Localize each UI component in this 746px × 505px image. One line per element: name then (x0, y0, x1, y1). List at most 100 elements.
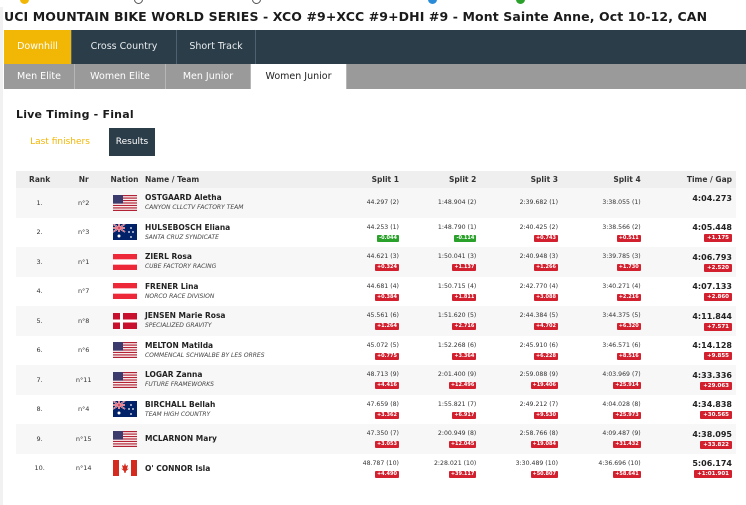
split-time: 4:36.696 (10) (598, 459, 641, 467)
time-gap-cell: 4:38.095 +33.822 (646, 424, 736, 454)
split-cell: 44.681 (4) +0.384 (303, 276, 405, 306)
bib-number: n°4 (63, 394, 105, 424)
split-time: 1:55.821 (7) (437, 400, 477, 408)
globe-icon (134, 0, 143, 4)
discipline-tabs: Downhill Cross Country Short Track (4, 30, 746, 64)
gap-badge: +30.565 (700, 411, 732, 420)
split-cell: 2:00.949 (8) +12.045 (404, 424, 483, 454)
tab-men-junior[interactable]: Men Junior (166, 64, 251, 89)
split-gap-badge: +1.264 (374, 323, 399, 331)
last-finishers-tab[interactable]: Last finishers (16, 128, 104, 156)
rank-cell: 7. (16, 365, 64, 395)
globe-icon (252, 0, 261, 4)
split-cell: 2:40.425 (2) +0.743 (482, 217, 564, 247)
gap-badge: +2.520 (703, 263, 732, 272)
split-time: 4:09.487 (9) (602, 430, 641, 438)
split-time: 2:01.400 (9) (437, 371, 477, 379)
split-gap-badge: +25.914 (613, 382, 641, 390)
split-gap-badge: +39.117 (448, 470, 477, 478)
table-row: 9. n°15 MCLARNON Mary 47.350 (7) +3.053 2:00.… (16, 424, 736, 454)
rank-cell: 3. (16, 247, 64, 277)
split-time: 2:40.948 (3) (519, 253, 558, 261)
tab-women-elite[interactable]: Women Elite (75, 64, 166, 89)
split-gap-badge: +31.432 (613, 441, 641, 449)
split-cell: 3:39.785 (3) +1.730 (563, 247, 647, 277)
tab-short-track[interactable]: Short Track (177, 30, 256, 64)
tab-downhill[interactable]: Downhill (4, 30, 72, 64)
live-timing-title: Live Timing - Final (16, 108, 134, 121)
split-time: 1:52.268 (6) (437, 341, 477, 349)
split-gap-badge: +4.416 (374, 382, 399, 390)
split-time: 1:50.041 (3) (437, 253, 477, 261)
final-time: 4:34.838 (692, 400, 732, 410)
split-gap-badge: +4.490 (374, 470, 399, 478)
split-cell: 48.787 (10) +4.490 (303, 453, 405, 483)
split-time: 2:28.021 (10) (433, 459, 477, 467)
nation-cell (104, 335, 145, 365)
split-time: 44.681 (4) (366, 282, 399, 290)
split-time: 3:44.375 (5) (602, 312, 641, 320)
time-gap-cell: 4:06.793 +2.520 (646, 247, 736, 277)
page-title: UCI MOUNTAIN BIKE WORLD SERIES - XCO #9+… (4, 9, 708, 24)
team-name: SANTA CRUZ SYNDICATE (144, 233, 219, 241)
split-time: 2:00.949 (8) (437, 430, 477, 438)
gap-badge: +7.571 (703, 322, 732, 331)
name-team-cell: HULSEBOSCH Eliana SANTA CRUZ SYNDICATE (144, 217, 304, 247)
rider-name: JENSEN Marie Rosa (144, 311, 226, 321)
split-cell: 1:48.904 (2) (404, 188, 483, 218)
split-cell: 1:55.821 (7) +6.917 (404, 394, 483, 424)
split-cell: 4:04.028 (8) +25.973 (563, 394, 647, 424)
name-team-cell: JENSEN Marie Rosa SPECIALIZED GRAVITY (144, 306, 304, 336)
austria-flag-icon (112, 253, 137, 270)
split-cell: 3:46.571 (6) +8.516 (563, 335, 647, 365)
team-name: SPECIALIZED GRAVITY (144, 322, 212, 330)
split-cell: 44.621 (3) +0.324 (303, 247, 405, 277)
rider-name: OSTGAARD Aletha (144, 193, 222, 203)
time-gap-cell: 4:33.336 +29.063 (646, 365, 736, 395)
time-gap-cell: 4:11.844 +7.571 (646, 306, 736, 336)
time-gap-cell: 4:05.448 +1.175 (646, 217, 736, 247)
col-name-team: Name / Team (144, 171, 304, 188)
team-name: FUTURE FRAMEWORKS (144, 381, 214, 389)
table-row: 8. n°4 BIRCHALL Bellah TEAM HIGH COUNTRY 47.… (16, 394, 736, 424)
tab-men-elite[interactable]: Men Elite (4, 64, 75, 89)
bib-number: n°11 (63, 365, 105, 395)
col-time-gap: Time / Gap (646, 171, 736, 188)
col-split1: Split 1 (303, 171, 405, 188)
split-time: 2:58.766 (8) (519, 430, 558, 438)
bib-number: n°3 (63, 217, 105, 247)
split-cell: 1:50.715 (4) +1.811 (404, 276, 483, 306)
col-split4: Split 4 (563, 171, 647, 188)
split-cell: 2:49.212 (7) +9.530 (482, 394, 564, 424)
nation-cell (104, 276, 145, 306)
results-table: Rank Nr Nation Name / Team Split 1 Split… (16, 171, 736, 483)
nation-cell (104, 453, 145, 483)
tab-cross-country[interactable]: Cross Country (72, 30, 177, 64)
split-cell: 4:36.696 (10) +58.641 (563, 453, 647, 483)
rank-cell: 1. (16, 188, 64, 218)
rider-name: LOGAR Zanna (144, 370, 203, 380)
split-gap-badge: +4.702 (533, 323, 558, 331)
split-gap-badge: +2.716 (452, 323, 477, 331)
split-gap-badge: +6.917 (452, 411, 477, 419)
split-time: 3:38.055 (1) (602, 198, 641, 206)
rank-cell: 8. (16, 394, 64, 424)
split-cell: 1:50.041 (3) +1.137 (404, 247, 483, 277)
tab-women-junior[interactable]: Women Junior (251, 64, 347, 89)
split-cell: 47.659 (8) +3.362 (303, 394, 405, 424)
name-team-cell: O' CONNOR Isla (144, 453, 304, 483)
split-cell: 4:09.487 (9) +31.432 (563, 424, 647, 454)
gap-badge: +29.063 (700, 381, 732, 390)
gap-badge: +2.860 (703, 293, 732, 302)
bib-number: n°1 (63, 247, 105, 277)
table-row: 10. n°14 O' CONNOR Isla 48.787 (10) +4.490 2:… (16, 453, 736, 483)
results-tab[interactable]: Results (109, 128, 155, 156)
col-split3: Split 3 (482, 171, 564, 188)
split-time: 2:44.384 (5) (519, 312, 558, 320)
split-cell: 2:42.770 (4) +3.088 (482, 276, 564, 306)
time-gap-cell: 5:06.174 +1:01.901 (646, 453, 736, 483)
final-time: 5:06.174 (692, 459, 732, 469)
split-cell: 3:40.271 (4) +2.216 (563, 276, 647, 306)
split-gap-badge: +0.743 (533, 234, 558, 242)
split-time: 2:39.682 (1) (519, 198, 558, 206)
